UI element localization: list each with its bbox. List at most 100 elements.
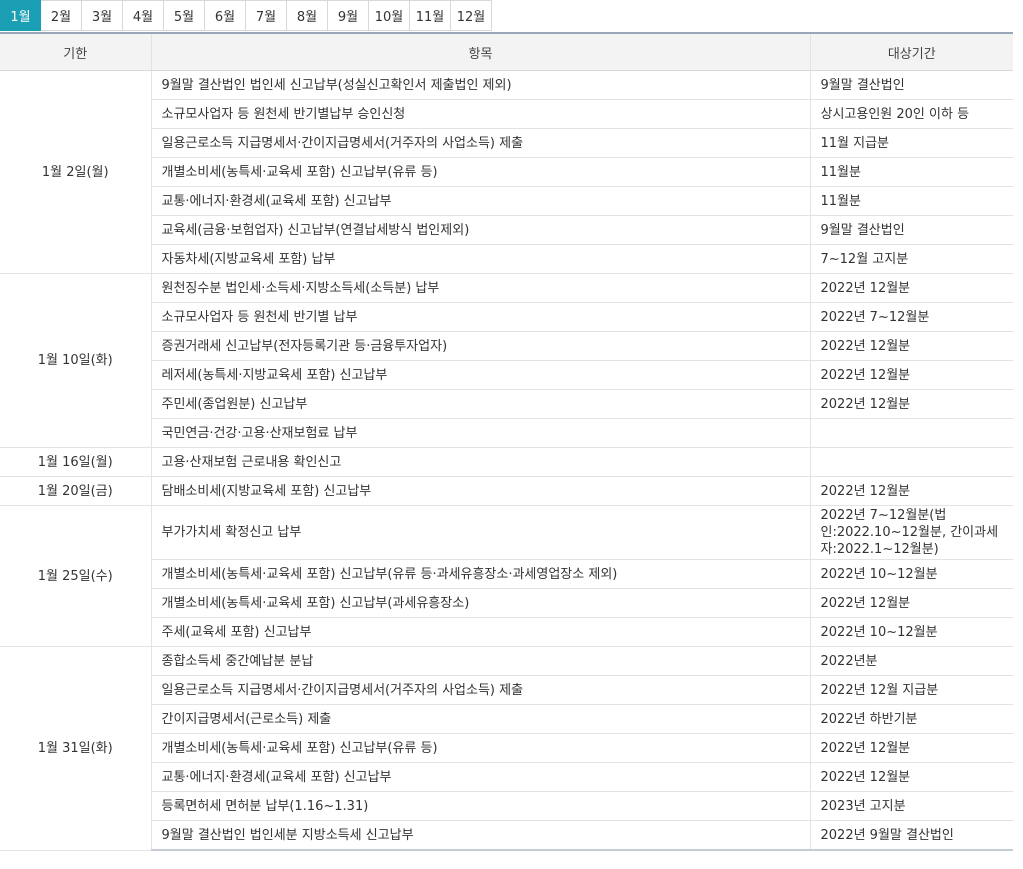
table-row: 개별소비세(농특세·교육세 포함) 신고납부(유류 등·과세유흥장소·과세영업장… <box>0 559 1013 589</box>
tax-schedule-table-container: 기한 항목 대상기간 1월 2일(월) 9월말 결산법인 법인세 신고납부(성실신… <box>0 32 1013 851</box>
table-row: 교통·에너지·환경세(교육세 포함) 신고납부 11월분 <box>0 186 1013 216</box>
item-cell: 원천징수분 법인세·소득세·지방소득세(소득분) 납부 <box>151 273 811 303</box>
table-row: 주민세(종업원분) 신고납부 2022년 12월분 <box>0 389 1013 419</box>
tab-month-10[interactable]: 10월 <box>369 0 410 31</box>
item-cell: 교육세(금융·보험업자) 신고납부(연결납세방식 법인제외) <box>151 215 811 245</box>
item-cell: 소규모사업자 등 원천세 반기별 납부 <box>151 302 811 332</box>
period-cell: 2022년 12월분 <box>810 476 1013 506</box>
tab-month-6[interactable]: 6월 <box>205 0 246 31</box>
item-cell: 개별소비세(농특세·교육세 포함) 신고납부(유류 등·과세유흥장소·과세영업장… <box>151 559 811 589</box>
table-row: 레저세(농특세·지방교육세 포함) 신고납부 2022년 12월분 <box>0 360 1013 390</box>
tab-month-11[interactable]: 11월 <box>410 0 451 31</box>
period-cell: 2022년 12월 지급분 <box>810 675 1013 705</box>
table-row: 주세(교육세 포함) 신고납부 2022년 10~12월분 <box>0 617 1013 647</box>
item-cell: 주민세(종업원분) 신고납부 <box>151 389 811 419</box>
period-cell: 11월 지급분 <box>810 128 1013 158</box>
tax-schedule-table: 기한 항목 대상기간 1월 2일(월) 9월말 결산법인 법인세 신고납부(성실신… <box>0 32 1013 851</box>
tab-month-4[interactable]: 4월 <box>123 0 164 31</box>
period-cell: 2022년 하반기분 <box>810 704 1013 734</box>
item-cell: 레저세(농특세·지방교육세 포함) 신고납부 <box>151 360 811 390</box>
deadline-cell: 1월 10일(화) <box>0 273 152 448</box>
period-cell: 2022년 12월분 <box>810 733 1013 763</box>
period-cell: 9월말 결산법인 <box>810 70 1013 100</box>
deadline-cell: 1월 2일(월) <box>0 70 152 274</box>
tab-month-7[interactable]: 7월 <box>246 0 287 31</box>
table-row: 일용근로소득 지급명세서·간이지급명세서(거주자의 사업소득) 제출 2022년 … <box>0 675 1013 705</box>
item-cell: 교통·에너지·환경세(교육세 포함) 신고납부 <box>151 186 811 216</box>
table-row: 자동차세(지방교육세 포함) 납부 7~12월 고지분 <box>0 244 1013 274</box>
item-cell: 소규모사업자 등 원천세 반기별납부 승인신청 <box>151 99 811 129</box>
table-row: 1월 31일(화) 종합소득세 중간예납분 분납 2022년분 <box>0 646 1013 851</box>
table-row: 소규모사업자 등 원천세 반기별납부 승인신청 상시고용인원 20인 이하 등 <box>0 99 1013 129</box>
period-cell: 7~12월 고지분 <box>810 244 1013 274</box>
item-cell: 국민연금·건강·고용·산재보험료 납부 <box>151 418 811 448</box>
period-cell: 2022년 12월분 <box>810 588 1013 618</box>
item-cell: 담배소비세(지방교육세 포함) 신고납부 <box>151 476 811 506</box>
period-cell: 2022년 9월말 결산법인 <box>810 820 1013 851</box>
item-cell: 주세(교육세 포함) 신고납부 <box>151 617 811 647</box>
table-row: 1월 20일(금) 담배소비세(지방교육세 포함) 신고납부 2022년 12월분 <box>0 476 1013 506</box>
deadline-cell: 1월 20일(금) <box>0 476 152 506</box>
item-cell: 등록면허세 면허분 납부(1.16~1.31) <box>151 791 811 821</box>
table-row: 1월 16일(월) 고용·산재보험 근로내용 확인신고 <box>0 447 1013 477</box>
table-row: 교통·에너지·환경세(교육세 포함) 신고납부 2022년 12월분 <box>0 762 1013 792</box>
item-cell: 9월말 결산법인 법인세분 지방소득세 신고납부 <box>151 820 811 851</box>
column-header-period: 대상기간 <box>810 32 1013 71</box>
item-cell: 간이지급명세서(근로소득) 제출 <box>151 704 811 734</box>
table-row: 1월 25일(수) 부가가치세 확정신고 납부 2022년 7~12월분(법인:20… <box>0 505 1013 647</box>
table-row: 등록면허세 면허분 납부(1.16~1.31) 2023년 고지분 <box>0 791 1013 821</box>
table-row: 개별소비세(농특세·교육세 포함) 신고납부(유류 등) 11월분 <box>0 157 1013 187</box>
tab-month-2[interactable]: 2월 <box>41 0 82 31</box>
item-cell: 종합소득세 중간예납분 분납 <box>151 646 811 676</box>
tab-month-9[interactable]: 9월 <box>328 0 369 31</box>
period-cell: 2023년 고지분 <box>810 791 1013 821</box>
period-cell <box>810 418 1013 448</box>
item-cell: 개별소비세(농특세·교육세 포함) 신고납부(유류 등) <box>151 157 811 187</box>
tab-month-1[interactable]: 1월 <box>0 0 41 31</box>
tab-month-12[interactable]: 12월 <box>451 0 492 31</box>
table-row: 개별소비세(농특세·교육세 포함) 신고납부(과세유흥장소) 2022년 12월분 <box>0 588 1013 618</box>
table-row: 교육세(금융·보험업자) 신고납부(연결납세방식 법인제외) 9월말 결산법인 <box>0 215 1013 245</box>
table-row: 9월말 결산법인 법인세분 지방소득세 신고납부 2022년 9월말 결산법인 <box>0 820 1013 851</box>
period-cell: 2022년 12월분 <box>810 389 1013 419</box>
period-cell: 2022년 10~12월분 <box>810 617 1013 647</box>
period-cell: 2022년 12월분 <box>810 331 1013 361</box>
item-cell: 개별소비세(농특세·교육세 포함) 신고납부(유류 등) <box>151 733 811 763</box>
deadline-cell: 1월 25일(수) <box>0 505 152 647</box>
item-cell: 교통·에너지·환경세(교육세 포함) 신고납부 <box>151 762 811 792</box>
period-cell: 9월말 결산법인 <box>810 215 1013 245</box>
tab-month-5[interactable]: 5월 <box>164 0 205 31</box>
period-cell: 2022년분 <box>810 646 1013 676</box>
period-cell: 2022년 10~12월분 <box>810 559 1013 589</box>
tab-month-8[interactable]: 8월 <box>287 0 328 31</box>
table-row: 증권거래세 신고납부(전자등록기관 등·금융투자업자) 2022년 12월분 <box>0 331 1013 361</box>
item-cell: 일용근로소득 지급명세서·간이지급명세서(거주자의 사업소득) 제출 <box>151 128 811 158</box>
item-cell: 자동차세(지방교육세 포함) 납부 <box>151 244 811 274</box>
month-tabs: 1월 2월 3월 4월 5월 6월 7월 8월 9월 10월 11월 12월 <box>0 0 492 32</box>
item-cell: 증권거래세 신고납부(전자등록기관 등·금융투자업자) <box>151 331 811 361</box>
period-cell: 상시고용인원 20인 이하 등 <box>810 99 1013 129</box>
period-cell: 2022년 12월분 <box>810 273 1013 303</box>
period-cell: 2022년 12월분 <box>810 360 1013 390</box>
item-cell: 일용근로소득 지급명세서·간이지급명세서(거주자의 사업소득) 제출 <box>151 675 811 705</box>
table-row: 1월 10일(화) 원천징수분 법인세·소득세·지방소득세(소득분) 납부 2022… <box>0 273 1013 448</box>
item-cell: 개별소비세(농특세·교육세 포함) 신고납부(과세유흥장소) <box>151 588 811 618</box>
table-row: 1월 2일(월) 9월말 결산법인 법인세 신고납부(성실신고확인서 제출법인 제… <box>0 70 1013 274</box>
table-header: 기한 항목 대상기간 <box>0 32 1013 71</box>
period-cell: 2022년 7~12월분 <box>810 302 1013 332</box>
table-row: 개별소비세(농특세·교육세 포함) 신고납부(유류 등) 2022년 12월분 <box>0 733 1013 763</box>
table-row: 일용근로소득 지급명세서·간이지급명세서(거주자의 사업소득) 제출 11월 지급… <box>0 128 1013 158</box>
table-body: 1월 2일(월) 9월말 결산법인 법인세 신고납부(성실신고확인서 제출법인 제… <box>0 70 1013 851</box>
period-cell: 11월분 <box>810 157 1013 187</box>
tab-month-3[interactable]: 3월 <box>82 0 123 31</box>
item-cell: 고용·산재보험 근로내용 확인신고 <box>151 447 811 477</box>
period-cell: 11월분 <box>810 186 1013 216</box>
deadline-cell: 1월 16일(월) <box>0 447 152 477</box>
table-row: 간이지급명세서(근로소득) 제출 2022년 하반기분 <box>0 704 1013 734</box>
period-cell: 2022년 12월분 <box>810 762 1013 792</box>
header-row: 기한 항목 대상기간 <box>0 32 1013 71</box>
table-row: 소규모사업자 등 원천세 반기별 납부 2022년 7~12월분 <box>0 302 1013 332</box>
period-cell <box>810 447 1013 477</box>
item-cell: 9월말 결산법인 법인세 신고납부(성실신고확인서 제출법인 제외) <box>151 70 811 100</box>
column-header-item: 항목 <box>151 32 811 71</box>
